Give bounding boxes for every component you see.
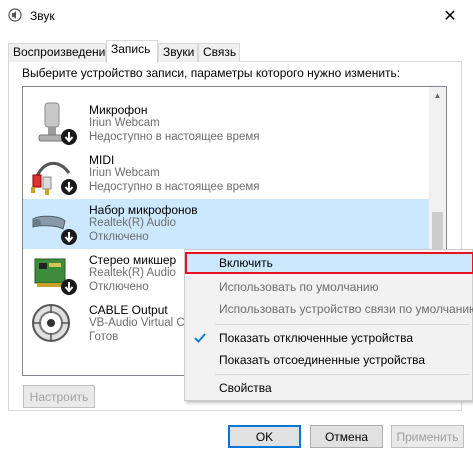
scroll-up-icon[interactable]: ▲	[429, 87, 446, 104]
menu-item-show-disabled[interactable]: Показать отключенные устройства	[185, 327, 473, 349]
microphone-stand-icon	[38, 102, 77, 145]
window-title: Звук	[30, 9, 55, 23]
cancel-button[interactable]: Отмена	[310, 425, 383, 448]
tab-communications[interactable]: Связь	[198, 43, 240, 62]
menu-item-show-disconnected[interactable]: Показать отсоединенные устройства	[185, 349, 473, 371]
menu-item-label: Показать отключенные устройства	[219, 331, 414, 345]
close-icon: ✕	[443, 7, 457, 25]
device-status: Отключено	[89, 281, 149, 293]
device-driver: VB-Audio Virtual C	[89, 317, 185, 329]
menu-separator	[215, 374, 470, 375]
device-item-midi[interactable]: MIDI Iriun Webcam Недоступно в настоящее…	[23, 149, 429, 199]
device-name: MIDI	[89, 153, 115, 167]
menu-item-label: Включить	[219, 256, 273, 270]
device-name: Микрофон	[89, 103, 148, 117]
menu-item-properties[interactable]: Свойства	[185, 377, 473, 399]
cable-reel-icon	[32, 304, 70, 342]
context-menu: Включить Использовать по умолчанию Испол…	[184, 249, 473, 401]
menu-item-label: Использовать по умолчанию	[219, 280, 379, 294]
menu-item-set-default[interactable]: Использовать по умолчанию	[185, 276, 473, 298]
tab-recording[interactable]: Запись	[106, 40, 158, 63]
device-status: Готов	[89, 331, 119, 343]
checkmark-icon	[194, 333, 206, 343]
configure-button[interactable]: Настроить	[23, 385, 95, 408]
sound-card-icon	[34, 258, 77, 295]
scroll-thumb[interactable]	[432, 212, 443, 252]
menu-item-label: Использовать устройство связи по умолчан…	[219, 302, 473, 316]
menu-separator	[215, 324, 470, 325]
menu-item-enable[interactable]: Включить	[185, 252, 473, 274]
device-driver: Realtek(R) Audio	[89, 217, 176, 229]
apply-button[interactable]: Применить	[391, 425, 464, 448]
rca-cable-icon	[31, 162, 77, 195]
device-driver: Iriun Webcam	[89, 117, 160, 129]
menu-item-label: Свойства	[219, 381, 272, 395]
ok-button[interactable]: OK	[228, 425, 301, 448]
device-item-microphone[interactable]: Микрофон Iriun Webcam Недоступно в насто…	[23, 99, 429, 149]
device-driver: Iriun Webcam	[89, 167, 160, 179]
speaker-icon	[8, 8, 22, 22]
menu-item-label: Показать отсоединенные устройства	[219, 353, 426, 367]
close-button[interactable]: ✕	[427, 0, 473, 31]
device-status: Недоступно в настоящее время	[89, 131, 260, 143]
title-bar: Звук ✕	[0, 0, 473, 33]
device-status: Недоступно в настоящее время	[89, 181, 260, 193]
device-name: Стерео микшер	[89, 253, 177, 267]
microphone-array-icon	[32, 215, 77, 245]
device-item-microphone-array[interactable]: Набор микрофонов Realtek(R) Audio Отключ…	[23, 199, 429, 249]
tab-sounds[interactable]: Звуки	[158, 43, 198, 62]
device-name: CABLE Output	[89, 303, 168, 317]
device-status: Отключено	[89, 231, 149, 243]
device-name: Набор микрофонов	[89, 203, 198, 217]
instruction-text: Выберите устройство записи, параметры ко…	[22, 66, 401, 80]
menu-item-set-default-communication[interactable]: Использовать устройство связи по умолчан…	[185, 298, 473, 320]
tab-playback[interactable]: Воспроизведение	[8, 43, 112, 62]
device-driver: Realtek(R) Audio	[89, 267, 176, 279]
